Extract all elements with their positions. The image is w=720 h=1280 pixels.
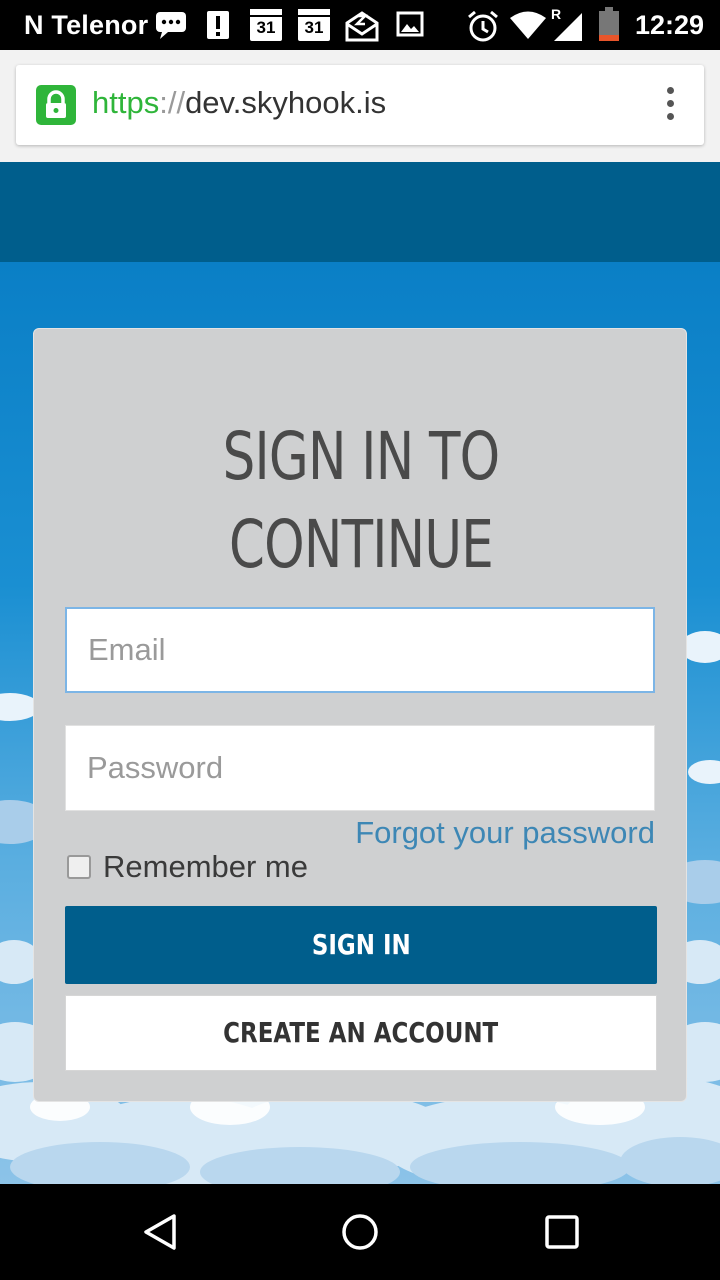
- url-separator: ://: [159, 85, 186, 120]
- url-bar[interactable]: https://dev.skyhook.is: [16, 65, 704, 145]
- clock: 12:29: [634, 10, 704, 40]
- calendar-day: 31: [304, 18, 324, 37]
- lock-icon[interactable]: [36, 85, 76, 125]
- email-field[interactable]: [65, 607, 655, 693]
- image-icon: [396, 11, 424, 37]
- url-scheme: https: [92, 85, 160, 120]
- url-host: dev.skyhook.is: [185, 85, 387, 120]
- navigation-bar: [0, 1184, 720, 1280]
- signin-card: SIGN IN TO CONTINUE Forgot your password…: [33, 328, 687, 1102]
- title-line-2: CONTINUE: [228, 506, 494, 583]
- mail-icon: [345, 11, 379, 42]
- signin-title: SIGN IN TO CONTINUE: [106, 413, 616, 589]
- status-bar: N Telenor 31 31 R 12:29: [0, 0, 720, 50]
- sign-in-button[interactable]: SIGN IN: [65, 906, 657, 984]
- battery-icon: [599, 7, 619, 41]
- roaming-indicator: R: [551, 6, 562, 22]
- alert-icon: [207, 11, 229, 39]
- remember-me-checkbox[interactable]: [67, 855, 91, 879]
- alarm-icon: [468, 10, 498, 42]
- create-account-button-label: CREATE AN ACCOUNT: [223, 1016, 499, 1049]
- title-line-1: SIGN IN TO: [222, 418, 501, 495]
- carrier-name: N Telenor: [24, 10, 149, 40]
- remember-me-label[interactable]: Remember me: [103, 849, 308, 885]
- wifi-icon: [510, 11, 546, 39]
- calendar-day: 31: [256, 18, 276, 37]
- calendar-icon: 31: [298, 9, 330, 41]
- url-text[interactable]: https://dev.skyhook.is: [92, 85, 386, 121]
- site-header: [0, 162, 720, 262]
- password-field[interactable]: [65, 725, 655, 811]
- forgot-password-link[interactable]: Forgot your password: [355, 815, 655, 851]
- menu-kebab-icon[interactable]: [660, 87, 680, 127]
- chat-bubble-icon: [156, 12, 186, 39]
- remember-me[interactable]: Remember me: [67, 847, 308, 887]
- create-account-button[interactable]: CREATE AN ACCOUNT: [65, 995, 657, 1071]
- recents-icon[interactable]: [542, 1212, 582, 1252]
- back-icon[interactable]: [140, 1212, 180, 1252]
- home-icon[interactable]: [340, 1212, 380, 1252]
- browser-toolbar: https://dev.skyhook.is: [0, 50, 720, 162]
- sign-in-button-label: SIGN IN: [311, 928, 411, 961]
- calendar-icon: 31: [250, 9, 282, 41]
